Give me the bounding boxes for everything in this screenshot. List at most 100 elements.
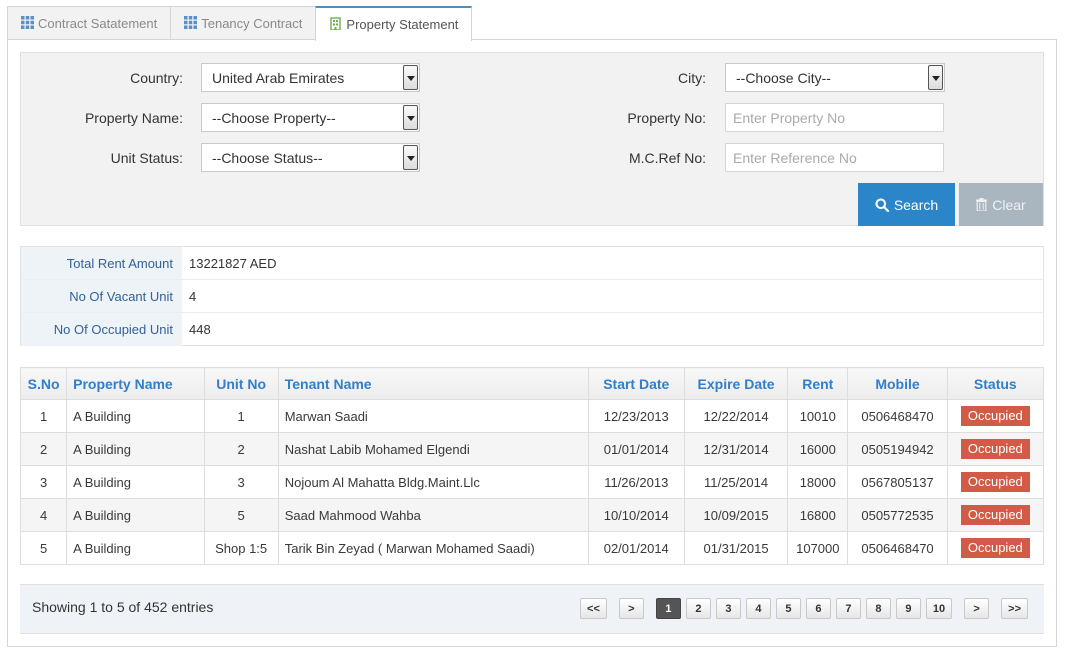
page-button-7[interactable]: 7 <box>835 598 861 619</box>
status-badge[interactable]: Occupied <box>960 406 1030 426</box>
cell-tenant-name: Tarik Bin Zeyad ( Marwan Mohamed Saadi) <box>277 531 589 565</box>
first-page-button[interactable]: << <box>580 598 607 619</box>
table-footer: Showing 1 to 5 of 452 entries << > 1 2 3… <box>20 584 1044 634</box>
table-row[interactable]: 5 A Building Shop 1:5 Tarik Bin Zeyad ( … <box>19 531 1045 565</box>
page-button-3[interactable]: 3 <box>715 598 741 619</box>
table-row[interactable]: 1 A Building 1 Marwan Saadi 12/23/2013 1… <box>19 399 1045 433</box>
summary-row: No Of Occupied Unit 448 <box>21 313 1043 346</box>
cell-expire-date: 11/25/2014 <box>683 465 789 499</box>
search-button-label: Search <box>893 196 939 213</box>
property-name-label: Property Name: <box>84 110 183 126</box>
tab-property-statement[interactable]: Property Statement <box>315 6 473 41</box>
next-page-button[interactable]: > <box>964 598 990 619</box>
last-page-button[interactable]: >> <box>1001 598 1028 619</box>
tab-label: Tenancy Contract <box>201 16 303 31</box>
mcref-input[interactable]: Enter Reference No <box>725 143 944 172</box>
entries-info: Showing 1 to 5 of 452 entries <box>32 599 214 615</box>
page-button-8[interactable]: 8 <box>865 598 891 619</box>
tab-tenancy-contract[interactable]: Tenancy Contract <box>170 6 317 40</box>
cell-unit-no: 1 <box>203 399 279 433</box>
total-rent-value: 13221827 AED <box>189 256 277 271</box>
column-header-mobile[interactable]: Mobile <box>847 367 948 400</box>
column-header-expire-date[interactable]: Expire Date <box>683 367 789 400</box>
country-select-value: United Arab Emirates <box>212 70 345 86</box>
page-button-1[interactable]: 1 <box>655 598 681 619</box>
grid-icon <box>184 16 198 29</box>
building-icon <box>330 17 342 30</box>
prev-page-button[interactable]: > <box>618 598 644 619</box>
cell-property-name: A Building <box>66 432 205 466</box>
property-name-select[interactable]: --Choose Property-- <box>201 103 420 132</box>
cell-unit-no: Shop 1:5 <box>203 531 279 565</box>
vacant-units-value: 4 <box>189 289 197 304</box>
mcref-label: M.C.Ref No: <box>628 150 706 166</box>
city-label: City: <box>678 70 706 86</box>
cell-mobile: 0505194942 <box>847 432 948 466</box>
cell-expire-date: 01/31/2015 <box>683 531 789 565</box>
cell-rent: 10010 <box>787 399 849 433</box>
page-button-9[interactable]: 9 <box>895 598 921 619</box>
cell-tenant-name: Nashat Labib Mohamed Elgendi <box>277 432 589 466</box>
column-header-property-name[interactable]: Property Name <box>66 367 205 400</box>
cell-start-date: 10/10/2014 <box>587 498 685 532</box>
cell-property-name: A Building <box>66 531 205 565</box>
chevron-down-icon[interactable] <box>403 65 418 90</box>
country-select[interactable]: United Arab Emirates <box>201 63 420 92</box>
cell-mobile: 0506468470 <box>847 531 948 565</box>
cell-status: Occupied <box>946 432 1045 466</box>
cell-status: Occupied <box>946 498 1045 532</box>
page-button-4[interactable]: 4 <box>745 598 771 619</box>
page-button-5[interactable]: 5 <box>775 598 801 619</box>
tab-label: Contract Satatement <box>38 16 158 31</box>
cell-unit-no: 3 <box>203 465 279 499</box>
cell-unit-no: 5 <box>203 498 279 532</box>
units-table: S.No Property Name Unit No Tenant Name S… <box>19 367 1045 565</box>
cell-start-date: 12/23/2013 <box>587 399 685 433</box>
search-button[interactable]: Search <box>858 183 955 226</box>
clear-button-label: Clear <box>992 196 1026 213</box>
cell-mobile: 0506468470 <box>847 399 948 433</box>
clear-button[interactable]: Clear <box>959 183 1043 226</box>
occupied-units-value: 448 <box>189 322 211 337</box>
status-badge[interactable]: Occupied <box>960 472 1030 492</box>
column-header-rent[interactable]: Rent <box>787 367 849 400</box>
table-row[interactable]: 4 A Building 5 Saad Mahmood Wahba 10/10/… <box>19 498 1045 532</box>
chevron-down-icon[interactable] <box>928 65 943 90</box>
column-header-unit-no[interactable]: Unit No <box>203 367 279 400</box>
status-badge[interactable]: Occupied <box>960 439 1030 459</box>
page-button-6[interactable]: 6 <box>805 598 831 619</box>
property-name-select-value: --Choose Property-- <box>212 110 336 126</box>
status-badge[interactable]: Occupied <box>960 538 1030 558</box>
cell-property-name: A Building <box>66 465 205 499</box>
table-row[interactable]: 3 A Building 3 Nojoum Al Mahatta Bldg.Ma… <box>19 465 1045 499</box>
cell-mobile: 0567805137 <box>847 465 948 499</box>
trash-icon <box>976 198 988 211</box>
cell-status: Occupied <box>946 531 1045 565</box>
summary-row: No Of Vacant Unit 4 <box>21 280 1043 313</box>
status-badge[interactable]: Occupied <box>960 505 1030 525</box>
cell-rent: 107000 <box>787 531 849 565</box>
table-header-row: S.No Property Name Unit No Tenant Name S… <box>19 367 1045 400</box>
unit-status-label: Unit Status: <box>110 150 183 166</box>
column-header-start-date[interactable]: Start Date <box>587 367 685 400</box>
cell-sno: 3 <box>19 465 68 499</box>
column-header-status[interactable]: Status <box>946 367 1045 400</box>
chevron-down-icon[interactable] <box>403 105 418 130</box>
chevron-down-icon[interactable] <box>403 145 418 170</box>
column-header-tenant-name[interactable]: Tenant Name <box>277 367 589 400</box>
cell-start-date: 11/26/2013 <box>587 465 685 499</box>
tab-contract-statement[interactable]: Contract Satatement <box>7 6 172 40</box>
cell-tenant-name: Saad Mahmood Wahba <box>277 498 589 532</box>
unit-status-select-value: --Choose Status-- <box>212 150 323 166</box>
page-button-2[interactable]: 2 <box>685 598 711 619</box>
city-select[interactable]: --Choose City-- <box>725 63 945 92</box>
search-icon <box>875 198 889 212</box>
cell-expire-date: 10/09/2015 <box>683 498 789 532</box>
total-rent-label: Total Rent Amount <box>21 247 182 279</box>
property-no-input[interactable]: Enter Property No <box>725 103 944 132</box>
page-button-10[interactable]: 10 <box>925 598 953 619</box>
table-row[interactable]: 2 A Building 2 Nashat Labib Mohamed Elge… <box>19 432 1045 466</box>
unit-status-select[interactable]: --Choose Status-- <box>201 143 420 172</box>
pagination: << > 1 2 3 4 5 6 7 8 9 10 > >> <box>575 598 1028 619</box>
column-header-sno[interactable]: S.No <box>19 367 68 400</box>
